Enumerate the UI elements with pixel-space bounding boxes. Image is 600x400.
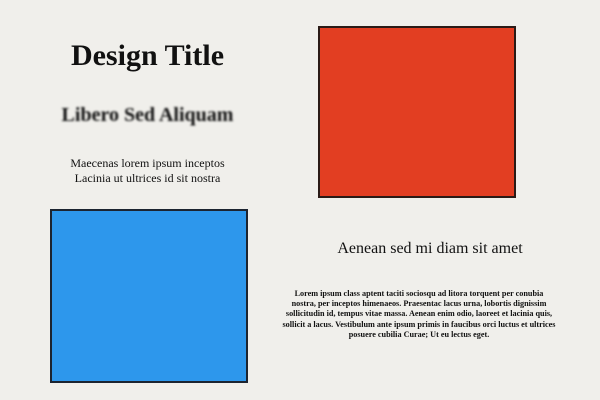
blue-square-shape <box>50 209 248 383</box>
design-page: Design Title Libero Sed Aliquam Maecenas… <box>0 0 600 400</box>
caption-block: Maecenas lorem ipsum inceptos Lacinia ut… <box>30 156 265 186</box>
red-square-shape <box>318 26 516 198</box>
right-heading: Aenean sed mi diam sit amet <box>337 240 523 257</box>
caption-line-1: Maecenas lorem ipsum inceptos <box>70 156 225 170</box>
caption-line-2: Lacinia ut ultrices id sit nostra <box>74 171 221 185</box>
design-title: Design Title <box>70 39 225 72</box>
subtitle: Libero Sed Aliquam <box>61 104 234 126</box>
body-paragraph: Lorem ipsum class aptent taciti sociosqu… <box>282 289 556 339</box>
